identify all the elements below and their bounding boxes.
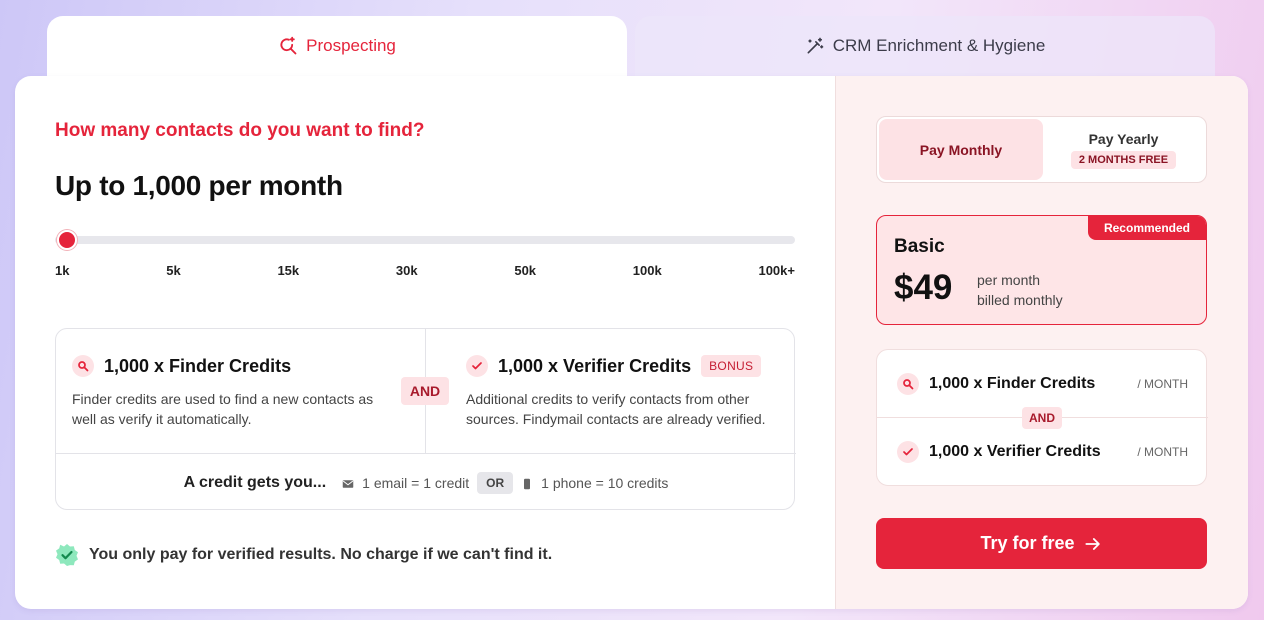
slider-ticks: 1k 5k 15k 30k 50k 100k 100k+	[55, 263, 795, 278]
contacts-slider-track[interactable]	[55, 236, 795, 244]
slider-tick[interactable]: 15k	[277, 263, 299, 278]
plan-billing-period: per month billed monthly	[977, 270, 1063, 310]
try-for-free-button[interactable]: Try for free	[876, 518, 1207, 569]
slider-tick[interactable]: 30k	[396, 263, 418, 278]
search-icon	[897, 372, 919, 395]
guarantee-text: You only pay for verified results. No ch…	[89, 546, 553, 563]
verifier-credits-description: Additional credits to verify contacts fr…	[466, 391, 766, 427]
cta-label: Try for free	[980, 533, 1075, 553]
plan-summary-panel: Pay Monthly Pay Yearly 2 MONTHS FREE Rec…	[835, 76, 1248, 609]
phone-icon	[521, 475, 533, 491]
finder-credits-description: Finder credits are used to find a new co…	[72, 391, 374, 427]
contacts-question: How many contacts do you want to find?	[55, 120, 425, 141]
verified-badge-icon	[56, 544, 78, 566]
contacts-amount: Up to 1,000 per month	[55, 170, 343, 201]
pay-yearly-option[interactable]: Pay Yearly 2 MONTHS FREE	[1043, 119, 1204, 180]
pricing-card: How many contacts do you want to find? U…	[15, 76, 1248, 609]
credits-breakdown: 1,000 x Finder Credits Finder credits ar…	[55, 328, 796, 511]
tab-label: CRM Enrichment & Hygiene	[832, 36, 1046, 55]
slider-tick[interactable]: 50k	[514, 263, 536, 278]
verified-results-guarantee: You only pay for verified results. No ch…	[55, 543, 552, 567]
credit-explainer-label: A credit gets you...	[183, 473, 327, 491]
arrow-right-icon	[1084, 537, 1100, 550]
slider-tick[interactable]: 1k	[55, 263, 69, 278]
finder-credits-title: 1,000 x Finder Credits	[104, 355, 292, 376]
pay-yearly-label: Pay Yearly	[1088, 130, 1159, 147]
summary-per-month: / MONTH	[1137, 445, 1188, 459]
credit-explainer: A credit gets you... 1 email = 1 credit …	[56, 453, 796, 511]
verifier-credits-title: 1,000 x Verifier Credits	[498, 355, 692, 376]
slider-tick[interactable]: 5k	[166, 263, 180, 278]
summary-verifier-credits: 1,000 x Verifier Credits	[929, 443, 1101, 460]
summary-per-month: / MONTH	[1137, 376, 1188, 391]
or-badge: OR	[477, 471, 514, 494]
slider-tick[interactable]: 100k+	[758, 263, 795, 278]
included-credits-summary: 1,000 x Finder Credits / MONTH 1,000 x V…	[876, 349, 1208, 486]
search-icon	[72, 355, 94, 377]
bonus-badge: BONUS	[701, 355, 762, 377]
summary-and-badge: AND	[1022, 407, 1062, 429]
check-icon	[466, 355, 488, 377]
envelope-icon	[342, 475, 354, 491]
plan-name: Basic	[894, 236, 945, 257]
verifier-credits-section: 1,000 x Verifier Credits BONUS Additiona…	[426, 329, 796, 453]
contacts-slider-handle[interactable]	[57, 230, 77, 250]
plan-price: $49	[894, 268, 953, 307]
and-badge: AND	[401, 377, 449, 405]
plan-period-line: per month	[977, 272, 1041, 288]
check-icon	[897, 441, 919, 463]
summary-finder-credits: 1,000 x Finder Credits	[929, 374, 1096, 392]
email-credit-cost: 1 email = 1 credit	[362, 474, 470, 491]
pay-monthly-label: Pay Monthly	[919, 141, 1003, 158]
tab-label: Prospecting	[306, 36, 396, 55]
slider-tick[interactable]: 100k	[633, 263, 662, 278]
phone-credit-cost: 1 phone = 10 credits	[541, 474, 669, 491]
pay-monthly-option[interactable]: Pay Monthly	[879, 119, 1043, 180]
recommended-badge: Recommended	[1087, 216, 1206, 240]
magic-wand-icon	[807, 37, 824, 54]
billing-toggle: Pay Monthly Pay Yearly 2 MONTHS FREE	[876, 116, 1207, 183]
finder-credits-section: 1,000 x Finder Credits Finder credits ar…	[56, 329, 426, 453]
plan-period-line: billed monthly	[977, 292, 1063, 308]
months-free-badge: 2 MONTHS FREE	[1070, 150, 1177, 169]
plan-card-basic: Recommended Basic $49 per month billed m…	[876, 215, 1207, 325]
search-sparkle-icon	[280, 36, 297, 55]
